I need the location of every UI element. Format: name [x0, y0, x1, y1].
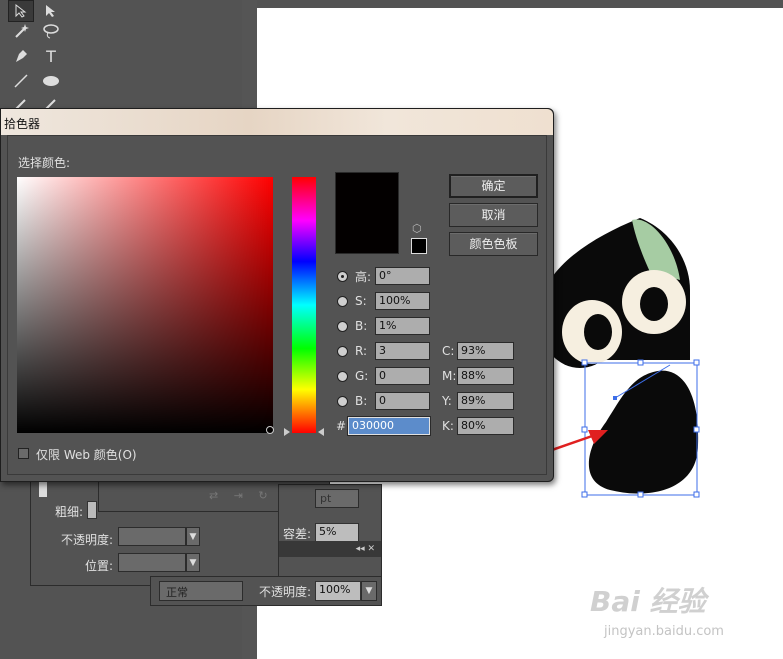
saturation-input[interactable]: 100%	[375, 292, 430, 310]
web-only-checkbox[interactable]	[18, 448, 29, 459]
watermark: Bai 经验 jingyan.baidu.com	[590, 580, 780, 650]
magic-wand-icon[interactable]	[8, 20, 34, 42]
red-radio[interactable]	[337, 345, 348, 357]
lasso-icon[interactable]	[38, 20, 64, 42]
hue-radio[interactable]	[337, 270, 348, 282]
blue-label: B:	[355, 394, 368, 408]
red-row: R:	[337, 342, 367, 360]
dialog-title: 拾色器	[4, 117, 41, 131]
red-label: R:	[355, 344, 368, 358]
hue-slider-left-arrow[interactable]	[284, 428, 290, 436]
red-input[interactable]: 3	[375, 342, 430, 360]
color-picker-dialog: 拾色器 选择颜色: ⬡ 确定 取消 颜色色板 高: 0° S: 100% B: …	[0, 108, 554, 482]
direct-selection-tool-icon[interactable]	[38, 0, 64, 22]
saturation-label: S:	[355, 294, 367, 308]
blue-radio[interactable]	[337, 395, 348, 407]
stroke-position-label: 位置:	[85, 559, 114, 573]
dialog-body: 选择颜色: ⬡ 确定 取消 颜色色板 高: 0° S: 100% B: 1% R…	[7, 135, 547, 475]
hue-slider-right-arrow[interactable]	[318, 428, 324, 436]
hex-input[interactable]: 030000	[347, 416, 431, 436]
out-of-gamut-cube-icon[interactable]: ⬡	[412, 222, 422, 235]
ellipse-tool-icon[interactable]	[38, 70, 64, 92]
watermark-url: jingyan.baidu.com	[604, 624, 724, 639]
web-safe-swatch[interactable]	[411, 238, 427, 254]
hue-input[interactable]: 0°	[375, 267, 430, 285]
panel-collapse-icon[interactable]: ◂◂ ✕	[279, 541, 381, 557]
select-color-label: 选择颜色:	[18, 156, 71, 170]
yellow-label: Y:	[442, 394, 452, 408]
pt-suffix: pt	[320, 492, 332, 505]
hex-label: #	[336, 419, 347, 433]
brightness-input[interactable]: 1%	[375, 317, 430, 335]
saturation-row: S:	[337, 292, 367, 310]
dialog-titlebar[interactable]: 拾色器	[1, 109, 553, 135]
ok-button[interactable]: 确定	[449, 174, 538, 198]
hue-slider[interactable]	[292, 177, 316, 433]
stroke-opacity-label: 不透明度:	[61, 533, 114, 547]
chevron-down-icon[interactable]: ▼	[186, 553, 200, 572]
chevron-down-icon[interactable]: ▼	[186, 527, 200, 546]
stroke-position-dropdown[interactable]	[118, 553, 186, 572]
stroke-opacity-dropdown[interactable]	[118, 527, 186, 546]
yellow-input[interactable]: 89%	[457, 392, 514, 410]
color-field-cursor[interactable]	[266, 426, 274, 434]
magenta-input[interactable]: 88%	[457, 367, 514, 385]
cyan-label: C:	[442, 344, 455, 358]
layer-opacity-label: 不透明度:	[259, 585, 312, 599]
tolerance-label: 容差:	[283, 527, 312, 541]
tolerance-input[interactable]: 5%	[315, 523, 359, 542]
hue-label: 高:	[355, 269, 372, 284]
cat-artwork[interactable]	[540, 210, 783, 510]
watermark-brand: Bai 经验	[590, 585, 706, 618]
green-row: G:	[337, 367, 368, 385]
layers-panel: 正常 不透明度: 100% ▼	[150, 576, 382, 606]
black-label: K:	[442, 419, 454, 433]
selection-tool-icon[interactable]	[8, 0, 34, 22]
pt-dropdown[interactable]: pt	[315, 489, 359, 508]
cyan-input[interactable]: 93%	[457, 342, 514, 360]
color-swatches-button[interactable]: 颜色色板	[449, 232, 538, 256]
tools-panel: T	[0, 0, 70, 110]
line-tool-icon[interactable]	[8, 70, 34, 92]
stroke-weight-stepper[interactable]	[87, 501, 97, 519]
pen-tool-icon[interactable]	[8, 45, 34, 67]
magenta-label: M:	[442, 369, 457, 383]
blue-row: B:	[337, 392, 367, 410]
chevron-down-icon[interactable]: ▼	[361, 581, 377, 601]
blue-input[interactable]: 0	[375, 392, 430, 410]
color-field[interactable]	[17, 177, 273, 433]
green-input[interactable]: 0	[375, 367, 430, 385]
brightness-row: B:	[337, 317, 367, 335]
hue-row: 高:	[337, 267, 371, 285]
layer-opacity-input[interactable]: 100%	[315, 581, 361, 601]
brightness-radio[interactable]	[337, 320, 348, 332]
green-radio[interactable]	[337, 370, 348, 382]
blend-mode-dropdown[interactable]: 正常	[159, 581, 243, 601]
color-preview-swatch	[335, 172, 399, 254]
type-tool-icon[interactable]: T	[38, 45, 64, 67]
green-label: G:	[355, 369, 369, 383]
web-only-label: 仅限 Web 颜色(O)	[36, 448, 137, 462]
stroke-weight-label: 粗细:	[55, 505, 84, 519]
cancel-button[interactable]: 取消	[449, 203, 538, 227]
black-input[interactable]: 80%	[457, 417, 514, 435]
brightness-label: B:	[355, 319, 368, 333]
saturation-radio[interactable]	[337, 295, 348, 307]
